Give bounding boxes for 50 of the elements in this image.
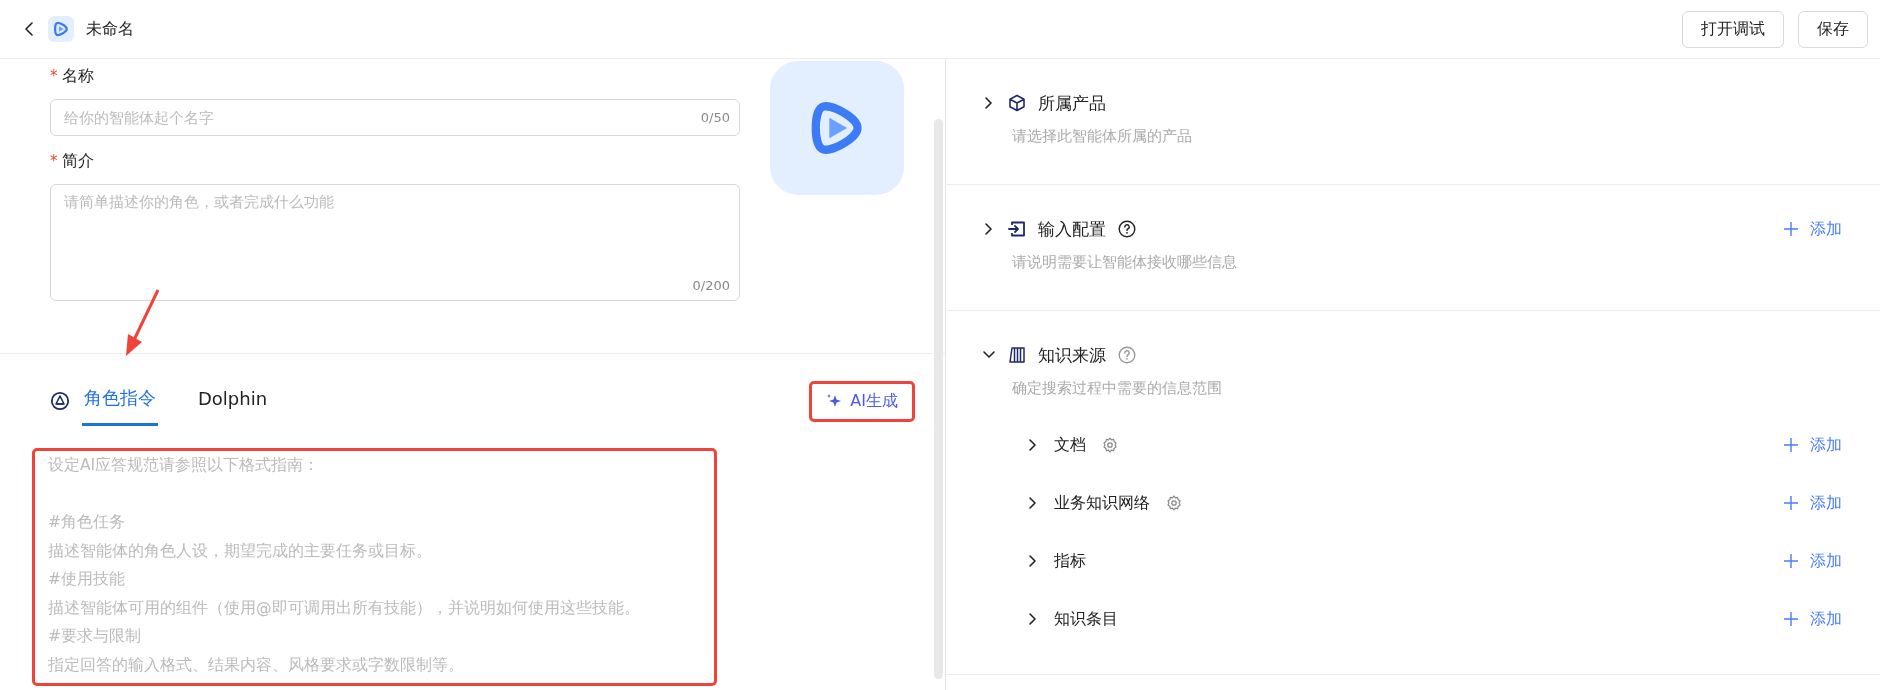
login-icon [1008,220,1026,238]
back-icon[interactable] [22,22,36,36]
add-button[interactable]: 添加 [1784,608,1842,630]
source-title: 知识条目 [1054,608,1118,630]
add-button[interactable]: 添加 [1784,550,1842,572]
placeholder-heading: #使用技能 [48,569,125,590]
character-counter: 0/50 [700,110,730,125]
source-title: 业务知识网络 [1054,492,1150,514]
settings-icon[interactable] [1166,495,1182,511]
cube-icon [1008,94,1026,112]
tab[interactable]: Dolphin [196,377,270,425]
plus-icon [1784,222,1798,236]
ai-generate-button[interactable]: AI生成 [809,380,915,422]
plus-icon [1784,438,1798,452]
placeholder-text: 描述智能体的角色人设，期望完成的主要任务或目标。 [48,540,432,562]
section-description: 确定搜索过程中需要的信息范围 [1012,379,1223,398]
app-logo-icon [48,16,74,42]
plus-icon [1784,496,1798,510]
section-description: 请选择此智能体所属的产品 [1012,127,1193,146]
add-button[interactable]: 添加 [1784,434,1842,456]
field-label: 简介 [61,150,94,172]
section-title: 所属产品 [1038,91,1106,115]
section-title: 知识来源 [1038,343,1106,367]
header-button[interactable]: 保存 [1798,10,1868,48]
books-icon [1008,346,1026,364]
source-title: 文档 [1054,434,1086,456]
placeholder-heading: #要求与限制 [48,626,141,647]
placeholder-heading: #角色任务 [48,512,125,533]
add-button[interactable]: 添加 [1784,492,1842,514]
plus-icon [1784,554,1798,568]
required-mark: * [50,152,58,170]
required-mark: * [50,67,58,85]
settings-icon[interactable] [1102,437,1118,453]
header-button[interactable]: 打开调试 [1682,10,1784,48]
add-button[interactable]: 添加 [1784,218,1842,240]
placeholder-text: 指定回答的输入格式、结果内容、风格要求或字数限制等。 [48,654,464,676]
page-title: 未命名 [86,18,134,40]
prompt-icon [50,391,70,411]
tab[interactable]: 角色指令 [82,376,158,426]
sparkle-icon [826,393,843,409]
placeholder-text: 描述智能体可用的组件（使用@即可调用出所有技能），并说明如何使用这些技能。 [48,597,640,619]
section-description: 请说明需要让智能体接收哪些信息 [1012,253,1238,272]
field-label: 名称 [61,65,94,87]
character-counter: 0/200 [692,278,730,293]
placeholder-text: 设定AI应答规范请参照以下格式指南： [48,455,320,476]
agent-avatar-icon[interactable] [770,61,904,195]
help-icon[interactable] [1118,220,1136,238]
source-title: 指标 [1054,550,1086,572]
plus-icon [1784,612,1798,626]
section-title: 输入配置 [1038,217,1106,241]
